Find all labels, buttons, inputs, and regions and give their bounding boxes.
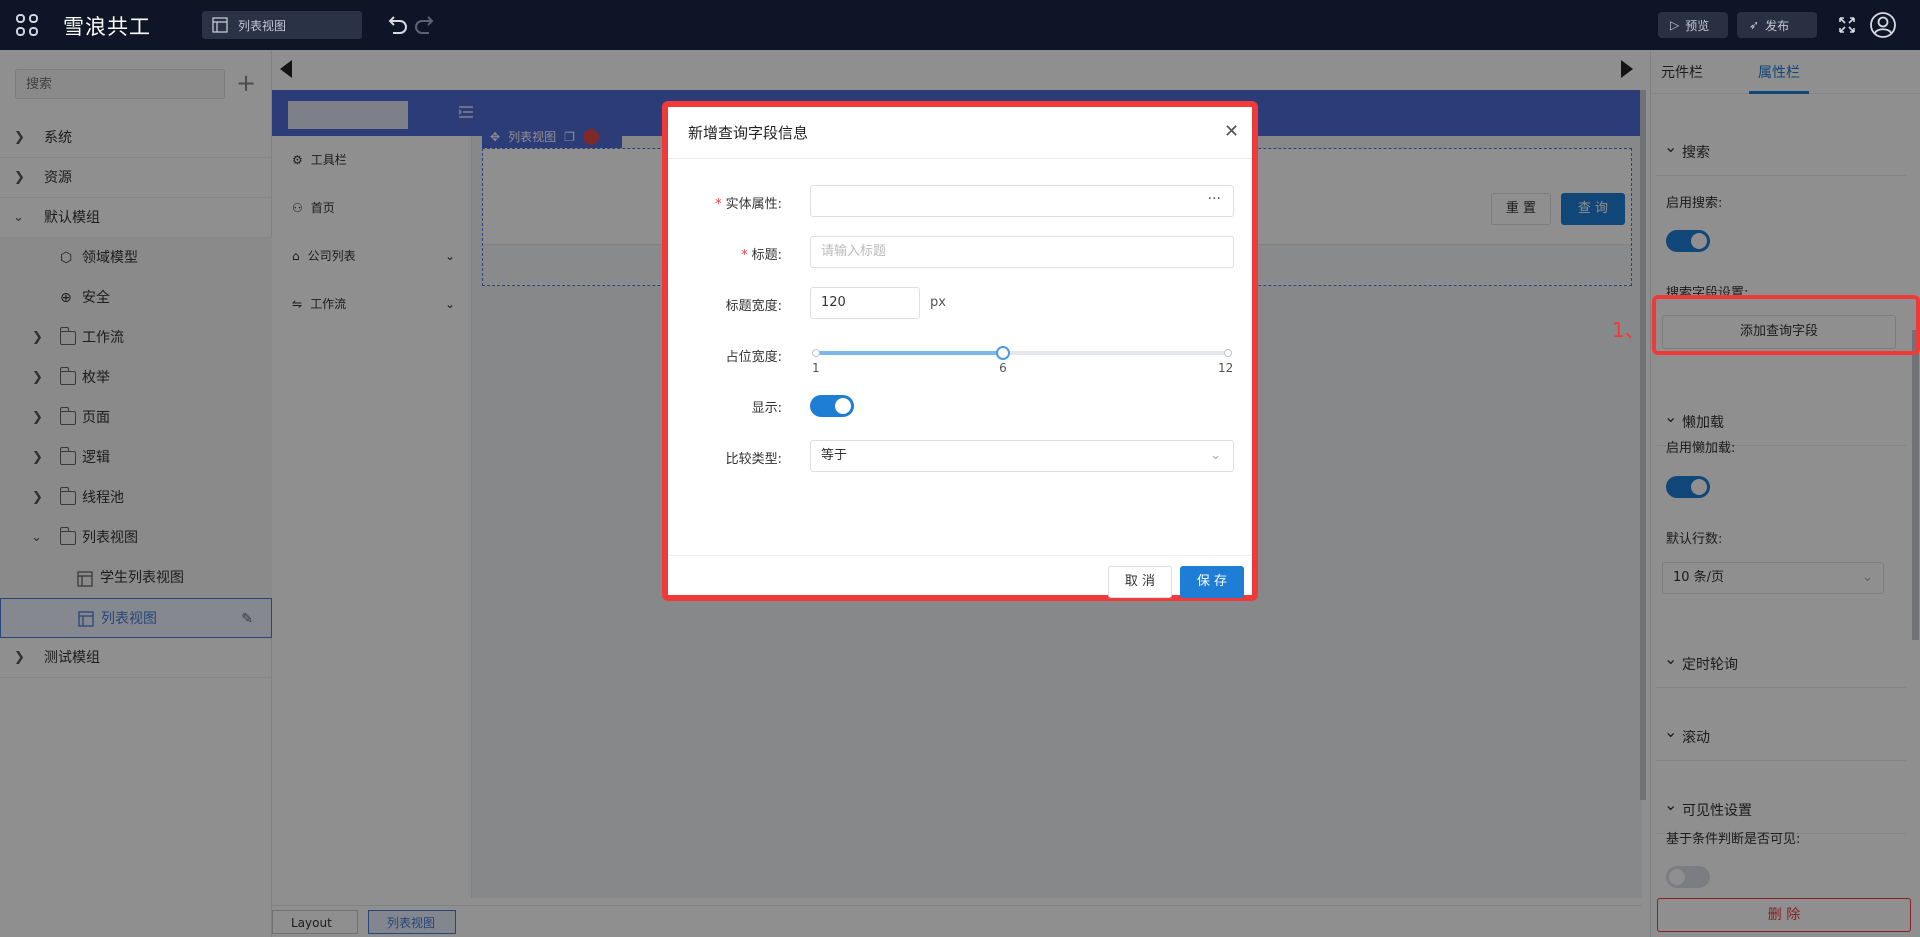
layout-icon bbox=[212, 17, 228, 33]
add-query-field-dialog: 新增查询字段信息 ✕ * 实体属性: ··· * 标题: 请输入标题 标题宽度: 1… bbox=[662, 101, 1258, 601]
display-row: 显示: bbox=[668, 389, 1252, 423]
compare-type-value: 等于 bbox=[821, 448, 848, 463]
slider-mark-max: 12 bbox=[1218, 361, 1234, 375]
annotation-highlight-box bbox=[1652, 295, 1920, 355]
close-icon[interactable]: ✕ bbox=[1224, 123, 1239, 141]
entity-attribute-field[interactable]: ··· bbox=[810, 185, 1234, 217]
preview-button[interactable]: ▷ 预览 bbox=[1658, 12, 1728, 38]
title-width-row: 标题宽度: 120 px bbox=[668, 287, 1252, 321]
apps-grid-icon[interactable] bbox=[12, 10, 42, 40]
dialog-header: 新增查询字段信息 ✕ bbox=[668, 107, 1252, 159]
cancel-button[interactable]: 取 消 bbox=[1108, 566, 1172, 598]
slider-stop-min bbox=[812, 349, 820, 357]
slider-mark-mid: 6 bbox=[999, 361, 1007, 375]
slider-handle[interactable] bbox=[996, 346, 1011, 360]
top-bar: 雪浪共工 列表视图 ▷ 预览 ➶ 发布 bbox=[0, 0, 1920, 50]
more-icon[interactable]: ··· bbox=[1208, 184, 1221, 214]
publish-button-label: 发布 bbox=[1765, 18, 1790, 33]
entity-attribute-label: * 实体属性: bbox=[715, 197, 782, 212]
document-tab[interactable]: 列表视图 bbox=[202, 11, 362, 39]
display-label: 显示: bbox=[751, 401, 782, 416]
title-width-label: 标题宽度: bbox=[725, 299, 782, 314]
send-icon: ➶ bbox=[1749, 18, 1760, 32]
dialog-title: 新增查询字段信息 bbox=[688, 124, 809, 142]
brand-name: 雪浪共工 bbox=[63, 15, 151, 39]
compare-type-row: 比较类型: 等于 ⌄ bbox=[668, 440, 1252, 474]
annotation-number: 1、 bbox=[1612, 318, 1645, 342]
placeholder-width-row: 占位宽度: 1 6 12 bbox=[668, 338, 1252, 375]
compare-type-select[interactable]: 等于 ⌄ bbox=[810, 440, 1234, 472]
preview-button-label: 预览 bbox=[1685, 18, 1710, 33]
compare-type-label: 比较类型: bbox=[725, 452, 782, 467]
chevron-down-icon: ⌄ bbox=[1210, 448, 1221, 463]
title-input[interactable]: 请输入标题 bbox=[810, 236, 1234, 268]
placeholder-width-slider[interactable]: 1 6 12 bbox=[812, 346, 1234, 381]
placeholder-width-label: 占位宽度: bbox=[725, 350, 782, 365]
entity-attribute-row: * 实体属性: ··· bbox=[668, 185, 1252, 219]
document-tab-label: 列表视图 bbox=[238, 18, 287, 33]
redo-icon[interactable] bbox=[413, 14, 437, 36]
title-width-unit: px bbox=[930, 295, 946, 310]
publish-button[interactable]: ➶ 发布 bbox=[1737, 12, 1817, 38]
title-label: * 标题: bbox=[741, 248, 782, 263]
play-icon: ▷ bbox=[1670, 18, 1680, 32]
display-switch[interactable] bbox=[810, 395, 854, 417]
user-avatar-icon[interactable] bbox=[1869, 11, 1897, 39]
slider-stop-max bbox=[1224, 349, 1232, 357]
fullscreen-icon[interactable] bbox=[1838, 16, 1856, 34]
save-button[interactable]: 保 存 bbox=[1180, 566, 1244, 598]
slider-fill bbox=[814, 351, 1004, 355]
slider-mark-min: 1 bbox=[812, 361, 820, 375]
undo-icon[interactable] bbox=[385, 14, 409, 36]
title-row: * 标题: 请输入标题 bbox=[668, 236, 1252, 270]
title-width-input[interactable]: 120 bbox=[810, 287, 920, 319]
